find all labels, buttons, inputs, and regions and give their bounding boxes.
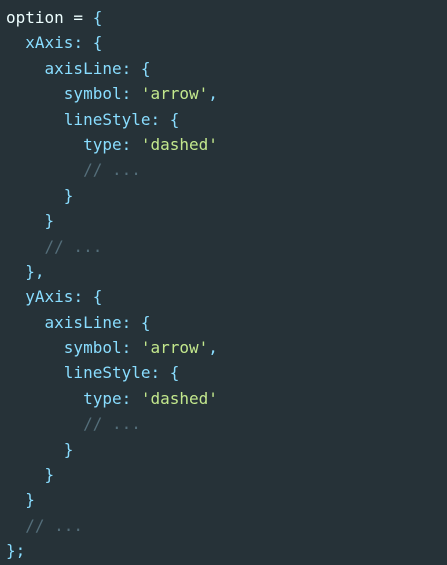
code-line: option = { [6, 5, 447, 30]
code-comment: // ... [83, 160, 141, 180]
code-line: // ... [6, 411, 447, 436]
code-line: } [6, 437, 447, 462]
code-punctuation: } [44, 211, 55, 231]
code-punctuation: , [208, 84, 218, 104]
code-punctuation: : { [73, 33, 103, 53]
code-punctuation: : [121, 338, 141, 358]
code-punctuation: : { [121, 312, 151, 332]
code-punctuation: : { [73, 287, 103, 307]
code-block: option = { xAxis: { axisLine: { symbol: … [0, 0, 447, 565]
code-line: xAxis: { [6, 30, 447, 55]
code-punctuation: }; [6, 541, 26, 561]
code-property-key: type [83, 388, 122, 408]
code-line: } [6, 208, 447, 233]
code-property-key: type [83, 134, 122, 154]
code-line: } [6, 183, 447, 208]
code-line: // ... [6, 513, 447, 538]
code-line: axisLine: { [6, 56, 447, 81]
code-line: }; [6, 538, 447, 563]
code-punctuation: : [121, 134, 141, 154]
code-line: type: 'dashed' [6, 132, 447, 157]
code-punctuation: : { [121, 58, 151, 78]
code-identifier: option = [6, 8, 93, 27]
code-line: } [6, 462, 447, 487]
code-property-key: lineStyle [63, 109, 151, 129]
code-line: // ... [6, 157, 447, 182]
code-line: } [6, 487, 447, 512]
code-comment: // ... [25, 515, 84, 535]
code-punctuation: } [44, 465, 55, 485]
code-line: axisLine: { [6, 310, 447, 335]
code-punctuation: : [121, 388, 141, 408]
code-property-key: symbol [63, 84, 122, 104]
code-property-key: axisLine [44, 312, 122, 332]
code-comment: // ... [44, 236, 103, 256]
code-string: 'arrow' [140, 84, 209, 104]
code-punctuation: }, [25, 261, 45, 281]
code-line: // ... [6, 234, 447, 259]
code-line: yAxis: { [6, 284, 447, 309]
code-string: 'dashed' [140, 134, 218, 154]
code-punctuation: : { [150, 109, 180, 129]
code-property-key: axisLine [44, 58, 122, 78]
code-punctuation: , [208, 338, 218, 358]
code-line: type: 'dashed' [6, 386, 447, 411]
code-line: symbol: 'arrow', [6, 335, 447, 360]
code-string: 'arrow' [140, 338, 209, 358]
code-property-key: xAxis [25, 33, 74, 53]
code-property-key: symbol [63, 338, 122, 358]
code-punctuation: { [92, 8, 103, 27]
code-punctuation: : { [150, 363, 180, 383]
code-punctuation: } [63, 185, 74, 205]
code-property-key: lineStyle [63, 363, 151, 383]
code-property-key: yAxis [25, 287, 74, 307]
code-line: lineStyle: { [6, 360, 447, 385]
code-line: lineStyle: { [6, 107, 447, 132]
code-punctuation: : [121, 84, 141, 104]
code-string: 'dashed' [140, 388, 218, 408]
code-punctuation: } [63, 439, 74, 459]
code-punctuation: } [25, 490, 35, 510]
code-comment: // ... [83, 414, 141, 434]
code-line: symbol: 'arrow', [6, 81, 447, 106]
code-line: }, [6, 259, 447, 284]
